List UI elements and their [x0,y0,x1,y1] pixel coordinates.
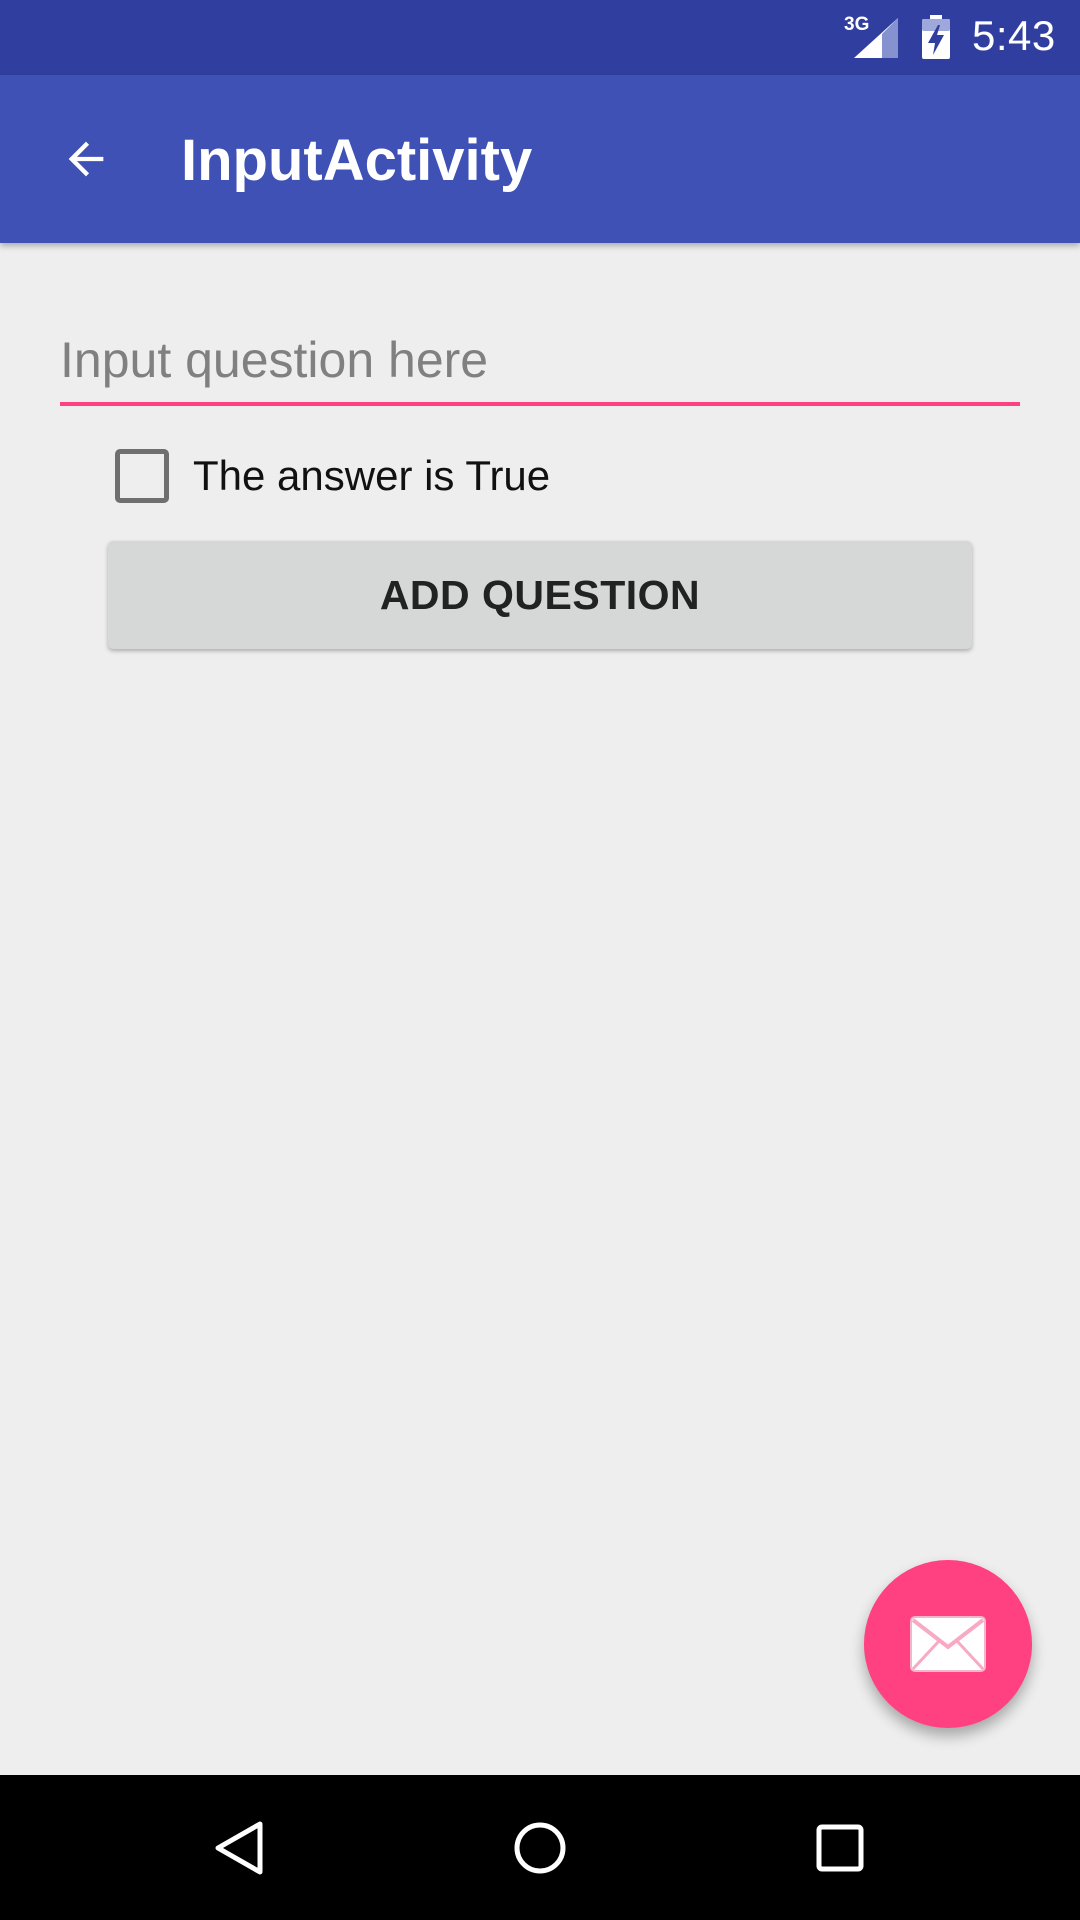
signal-icon [854,18,898,58]
status-time: 5:43 [972,12,1056,59]
screen: 3G 5:43 InputActivity The answer is True… [0,0,1080,1920]
answer-true-checkbox[interactable] [115,449,169,503]
answer-true-checkbox-row[interactable]: The answer is True [115,446,550,506]
answer-true-checkbox-label: The answer is True [193,452,551,499]
add-question-button[interactable]: ADD QUESTION [108,541,972,649]
question-input-container [60,320,1020,406]
nav-recents-button[interactable] [780,1795,900,1901]
nav-back-icon [215,1821,263,1875]
mail-icon [910,1616,986,1672]
arrow-back-icon [68,141,104,177]
battery-charging-icon [922,15,950,59]
nav-recents-icon [816,1824,864,1872]
question-input[interactable] [60,320,1020,400]
status-bar: 3G 5:43 [0,0,1080,75]
nav-home-button[interactable] [480,1795,600,1901]
app-toolbar: InputActivity [0,75,1080,243]
navigation-bar [0,1775,1080,1920]
back-button[interactable] [42,115,130,203]
nav-home-icon [514,1822,566,1874]
mail-fab-button[interactable] [864,1560,1032,1728]
page-title: InputActivity [181,128,533,193]
nav-back-button[interactable] [180,1795,300,1901]
